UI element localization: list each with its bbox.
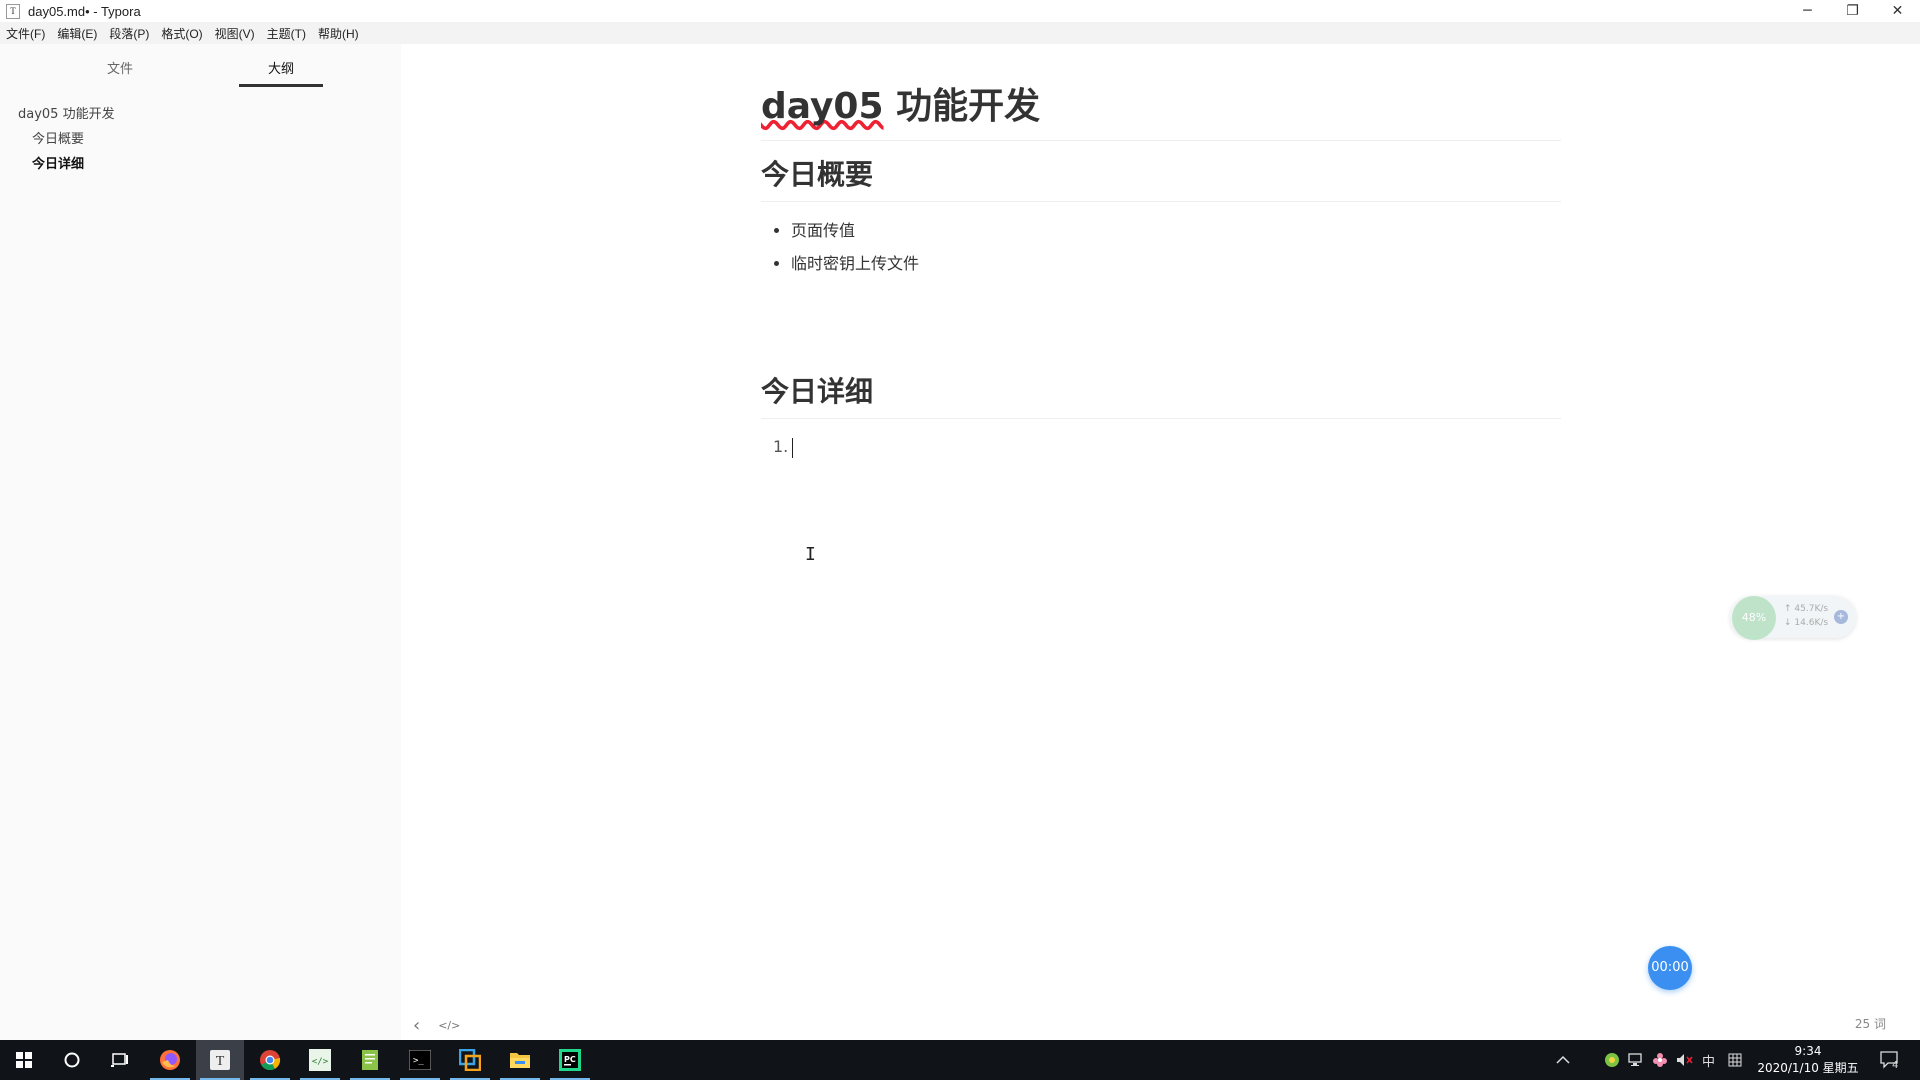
ordered-list-item[interactable]: 1.: [773, 433, 1561, 461]
action-center-button[interactable]: 4: [1880, 1040, 1898, 1080]
network-icon: [1628, 1053, 1642, 1066]
taskbar-notepad[interactable]: [346, 1040, 394, 1080]
folder-icon: [510, 1053, 530, 1068]
menu-paragraph[interactable]: 段落(P): [103, 25, 155, 42]
svg-text:</>: </>: [312, 1057, 329, 1067]
windows-logo-icon: [16, 1052, 32, 1068]
outline-item-detail[interactable]: 今日详细: [0, 152, 400, 177]
list-number: 1.: [773, 437, 789, 456]
network-monitor-widget[interactable]: 48% ↑ 45.7K/s ↓ 14.6K/s +: [1730, 596, 1856, 640]
taskbar-terminal[interactable]: >_: [396, 1040, 444, 1080]
tray-network[interactable]: [1628, 1040, 1644, 1080]
code-editor-icon: </>: [309, 1049, 331, 1071]
taskbar-chrome[interactable]: [246, 1040, 294, 1080]
detail-list: 1.: [761, 433, 1561, 461]
taskbar-file-explorer[interactable]: [496, 1040, 544, 1080]
mouse-ibeam-cursor: I: [805, 544, 816, 565]
tray-ime-mode[interactable]: [1728, 1040, 1742, 1080]
tray-app-flower[interactable]: [1652, 1040, 1668, 1080]
typora-app-icon: T: [6, 3, 20, 19]
svg-text:PC: PC: [564, 1055, 576, 1064]
chevron-up-icon: [1556, 1055, 1570, 1064]
memory-usage-circle: 48%: [1732, 596, 1776, 640]
restore-button[interactable]: ❐: [1830, 0, 1875, 22]
close-button[interactable]: ✕: [1875, 0, 1920, 22]
taskbar-vm[interactable]: [446, 1040, 494, 1080]
title-bar: T day05.md• - Typora ─ ❐ ✕: [0, 0, 1920, 22]
misspelled-word: day05: [761, 86, 884, 127]
clock-date: 2020/1/10 星期五: [1757, 1061, 1859, 1075]
svg-text:T: T: [216, 1054, 225, 1069]
title-text: 功能开发: [883, 86, 1041, 127]
taskbar-pycharm[interactable]: PC: [546, 1040, 594, 1080]
menu-theme[interactable]: 主题(T): [261, 25, 312, 42]
download-speed: ↓ 14.6K/s: [1784, 618, 1829, 628]
source-code-mode-icon[interactable]: </>: [438, 1019, 460, 1032]
list-item[interactable]: 页面传值: [791, 214, 1561, 247]
overview-list: 页面传值 临时密钥上传文件: [761, 214, 1561, 280]
menu-view[interactable]: 视图(V): [209, 25, 261, 42]
word-count[interactable]: 25 词: [1855, 1015, 1886, 1032]
document-title[interactable]: day05 功能开发: [761, 84, 1561, 141]
virtual-machine-icon: [459, 1049, 481, 1071]
minimize-button[interactable]: ─: [1785, 0, 1830, 22]
outline-list: day05 功能开发 今日概要 今日详细: [0, 102, 400, 177]
toggle-sidebar-icon[interactable]: ‹: [413, 1015, 420, 1036]
status-bar: ‹ </>: [413, 1010, 460, 1040]
terminal-icon: >_: [409, 1050, 431, 1070]
sidebar-tabs: 文件 大纲: [0, 44, 401, 88]
clock-time: 9:34: [1794, 1044, 1822, 1058]
menu-help[interactable]: 帮助(H): [312, 25, 365, 42]
heading-detail[interactable]: 今日详细: [761, 372, 1561, 419]
chrome-icon: [260, 1050, 281, 1071]
taskbar-firefox[interactable]: [146, 1040, 194, 1080]
notification-count: 4: [1892, 1059, 1899, 1071]
heading-overview[interactable]: 今日概要: [761, 155, 1561, 202]
cortana-circle-icon: [64, 1052, 80, 1068]
sidebar: 文件 大纲 day05 功能开发 今日概要 今日详细: [0, 44, 402, 1040]
svg-text:>_: >_: [413, 1056, 424, 1066]
taskbar: T </> >_ PC 中 9:34 2020/1/10 星期五 4: [0, 1040, 1920, 1080]
tray-volume[interactable]: [1676, 1040, 1694, 1080]
outline-item-title[interactable]: day05 功能开发: [0, 102, 400, 127]
window-controls: ─ ❐ ✕: [1785, 0, 1920, 22]
keyboard-grid-icon: [1728, 1053, 1742, 1067]
task-view-icon: [111, 1053, 128, 1067]
document-content[interactable]: day05 功能开发 今日概要 页面传值 临时密钥上传文件 今日详细 1.: [761, 84, 1561, 461]
system-clock[interactable]: 9:34 2020/1/10 星期五: [1752, 1043, 1864, 1077]
taskbar-typora[interactable]: T: [196, 1040, 244, 1080]
tab-files[interactable]: 文件: [78, 58, 162, 77]
menu-edit[interactable]: 编辑(E): [51, 25, 103, 42]
active-tab-indicator: [239, 84, 323, 87]
menu-file[interactable]: 文件(F): [0, 25, 51, 42]
task-view-button[interactable]: [96, 1040, 144, 1080]
outline-item-overview[interactable]: 今日概要: [0, 127, 400, 152]
recording-timer-button[interactable]: 00:00: [1648, 946, 1692, 990]
tab-outline[interactable]: 大纲: [239, 58, 323, 77]
menu-format[interactable]: 格式(O): [155, 25, 208, 42]
firefox-icon: [160, 1050, 180, 1070]
upload-speed: ↑ 45.7K/s: [1784, 604, 1829, 614]
ime-indicator[interactable]: 中: [1702, 1040, 1715, 1080]
flower-app-icon: [1653, 1053, 1667, 1067]
tray-app-green[interactable]: [1604, 1040, 1620, 1080]
volume-muted-icon: [1677, 1054, 1693, 1066]
boost-button[interactable]: +: [1834, 610, 1848, 624]
show-hidden-icons-button[interactable]: [1556, 1040, 1570, 1080]
text-cursor: [792, 437, 794, 458]
editor-area[interactable]: day05 功能开发 今日概要 页面传值 临时密钥上传文件 今日详细 1. I …: [401, 44, 1920, 1040]
notepad-icon: [362, 1050, 378, 1070]
pycharm-icon: PC: [559, 1049, 581, 1071]
list-item[interactable]: 临时密钥上传文件: [791, 247, 1561, 280]
search-button[interactable]: [48, 1040, 96, 1080]
taskbar-code-editor[interactable]: </>: [296, 1040, 344, 1080]
menu-bar: 文件(F) 编辑(E) 段落(P) 格式(O) 视图(V) 主题(T) 帮助(H…: [0, 22, 1920, 44]
security-app-icon: [1605, 1053, 1619, 1067]
start-button[interactable]: [0, 1040, 48, 1080]
window-title: day05.md• - Typora: [28, 3, 141, 19]
typora-icon: T: [210, 1050, 230, 1070]
